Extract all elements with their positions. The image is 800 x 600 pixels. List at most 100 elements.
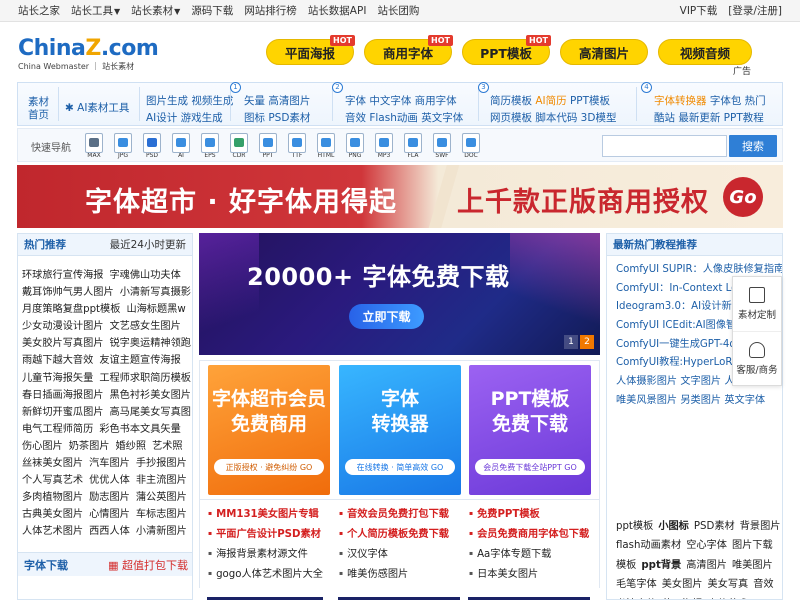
tag-link[interactable]: 高清图片 [686,556,727,575]
nav-link[interactable]: 音效 Flash动画 英文字体 [345,110,463,125]
hot-link[interactable]: 丝袜美女图片 [22,454,83,471]
hot-link[interactable]: 蒲公英图片 [136,488,187,505]
tag-link[interactable]: 人体艺术 [708,595,749,600]
tutorial-link[interactable]: 唯美风景图片 另类图片 英文字体 [616,392,782,411]
hot-link[interactable]: 彩色书本文具矢量 [99,420,181,437]
featured-link[interactable]: MM131美女图片专辑 [208,504,338,524]
nav-link[interactable]: AI设计 游戏生成 [146,110,223,125]
nav-link[interactable]: 字体包 热门 [710,95,766,107]
hot-link[interactable]: 工程师求职简历模板 [99,369,191,386]
featured-link[interactable]: 汉仪字体 [339,544,469,564]
file-type-swf-icon[interactable]: SWF [432,133,452,159]
hot-link[interactable]: 新鲜切开蜜瓜图片 [22,403,104,420]
file-type-jpg-icon[interactable]: JPG [113,133,133,159]
nav-link-font-converter[interactable]: 字体转换器 [654,95,707,107]
feature-card[interactable]: 字体超市会员 免费商用 正版授权 · 避免纠纷 GO [208,365,330,495]
tag-link[interactable]: 毛笔字体 [616,575,657,594]
hot-link[interactable]: 友谊主题宣传海报 [99,351,181,368]
nav-link[interactable]: PPT模板 [570,95,610,107]
hot-link[interactable]: 婚纱照 [116,437,147,454]
hot-link[interactable]: 汽车图片 [89,454,130,471]
tag-link[interactable]: 背景图片 [740,517,781,536]
tag-link[interactable]: 美女图片 [662,575,703,594]
hot-link[interactable]: 奶茶图片 [69,437,110,454]
nav-link-ai-resume[interactable]: AI简历 [535,95,566,107]
site-logo[interactable]: ChinaZ.com China Webmaster ｜ 站长素材 [18,38,159,72]
slider-dot-active[interactable]: 2 [580,335,594,349]
hot-link[interactable]: 个人写真艺术 [22,471,83,488]
hot-link[interactable]: 心情图片 [89,505,130,522]
tag-link[interactable]: 图片下载 [732,536,773,555]
hot-link[interactable]: 儿童节海报矢量 [22,369,93,386]
nav-link[interactable]: 酷站 最新更新 PPT教程 [654,110,764,125]
hot-link[interactable]: 电气工程师简历 [22,420,93,437]
hot-link[interactable]: 手抄报图片 [136,454,187,471]
file-type-psd-icon[interactable]: PSD [142,133,162,159]
file-type-fla-icon[interactable]: FLA [403,133,423,159]
hot-link[interactable]: 优优人体 [89,471,130,488]
featured-link[interactable]: 海报背景素材源文件 [208,544,338,564]
feature-card[interactable]: PPT模板 免费下载 会员免费下载全站PPT GO [469,365,591,495]
vip-download-link[interactable]: VIP下载 [680,3,718,18]
tag-link[interactable]: 模板 [616,556,636,575]
top-nav-item[interactable]: 站长之家 [18,3,60,18]
hero-slider[interactable]: 20000+ 字体免费下载 立即下载 1 2 [199,233,600,355]
file-type-ppt-icon[interactable]: PPT [258,133,278,159]
featured-link[interactable]: Aa字体专题下载 [469,544,599,564]
feature-card[interactable]: 字体 转换器 在线转换 · 简单高效 GO [339,365,461,495]
hot-link[interactable]: 人体艺术图片 [22,522,83,539]
hot-link[interactable]: 艺术照 [152,437,183,454]
tag-link[interactable]: 节日海报 [662,595,703,600]
hot-link[interactable]: 字魂佛山功夫体 [110,266,181,283]
hot-link[interactable]: 环球旅行宣传海报 [22,266,104,283]
top-nav-item[interactable]: 站长团购 [377,3,419,18]
nav-link[interactable]: 网页模板 脚本代码 3D模型 [490,110,616,125]
promo-banner[interactable]: 字体超市 · 好字体用得起 上千款正版商用授权 Go [17,165,783,228]
file-type-ttf-icon[interactable]: TTF [287,133,307,159]
top-nav-item[interactable]: 站长工具▼ [71,3,120,18]
hot-link[interactable]: 月度策略复盘ppt模板 [22,300,120,317]
pill-button[interactable]: 平面海报 HOT [266,35,355,65]
pill-button[interactable]: 高清图片 [560,39,648,65]
hot-link[interactable]: 小清新写真摄影 [120,283,191,300]
file-type-doc-icon[interactable]: DOC [461,133,481,159]
featured-link[interactable]: 平面广告设计PSD素材 [208,524,338,544]
download-now-button[interactable]: 立即下载 [349,304,424,329]
hot-link[interactable]: 文艺感女生图片 [110,317,181,334]
top-nav-item[interactable]: 网站排行榜 [244,3,297,18]
pill-button[interactable]: PPT模板 HOT [462,35,551,65]
panel-subtitle[interactable]: 最近24小时更新 [110,237,186,252]
hot-link[interactable]: 车标志图片 [136,505,187,522]
nav-link[interactable]: 矢量 高清图片 [244,93,310,108]
file-type-html-icon[interactable]: HTML [316,133,336,159]
nav-link[interactable]: 简历模板 [490,95,532,107]
hot-link[interactable]: 高马尾美女写真图 [110,403,192,420]
hot-link[interactable]: 美女胶片写真图片 [22,334,104,351]
hot-link[interactable]: 雨越下越大音效 [22,351,93,368]
tag-link[interactable]: ppt模板 [616,517,653,536]
pill-button[interactable]: 商用字体 HOT [364,35,453,65]
hot-link[interactable]: 锐字奥运精神领跑 [110,334,192,351]
hot-link[interactable]: 春日插画海报图片 [22,386,104,403]
search-input[interactable] [602,135,727,157]
file-type-max-icon[interactable]: MAX [84,133,104,159]
nav-link[interactable]: 首页 [28,107,49,122]
nav-link[interactable]: 字体 中文字体 商用字体 [345,93,457,108]
hot-link[interactable]: 西西人体 [89,522,130,539]
tag-link[interactable]: ppt背景 [641,556,681,575]
featured-link[interactable]: 唯美伤感图片 [339,564,469,584]
file-type-cdr-icon[interactable]: CDR [229,133,249,159]
featured-link[interactable]: 音效会员免费打包下载 [339,504,469,524]
featured-link[interactable]: 个人简历模板免费下载 [339,524,469,544]
hot-link[interactable]: 小清新图片 [136,522,187,539]
tag-link[interactable]: PSD素材 [694,517,735,536]
tag-link[interactable]: 空心字体 [686,536,727,555]
hot-link[interactable]: 少女动漫设计图片 [22,317,104,334]
tag-link[interactable]: 音效 [753,575,773,594]
hot-link[interactable]: 励志图片 [89,488,130,505]
tag-link[interactable]: 书法字体 [616,595,657,600]
hot-link[interactable]: 山海标题黑w [126,300,185,317]
ai-tools-link[interactable]: ✱ AI素材工具 [65,100,129,115]
custom-material-button[interactable]: 素材定制 [733,277,781,331]
hot-link[interactable]: 多肉植物图片 [22,488,83,505]
